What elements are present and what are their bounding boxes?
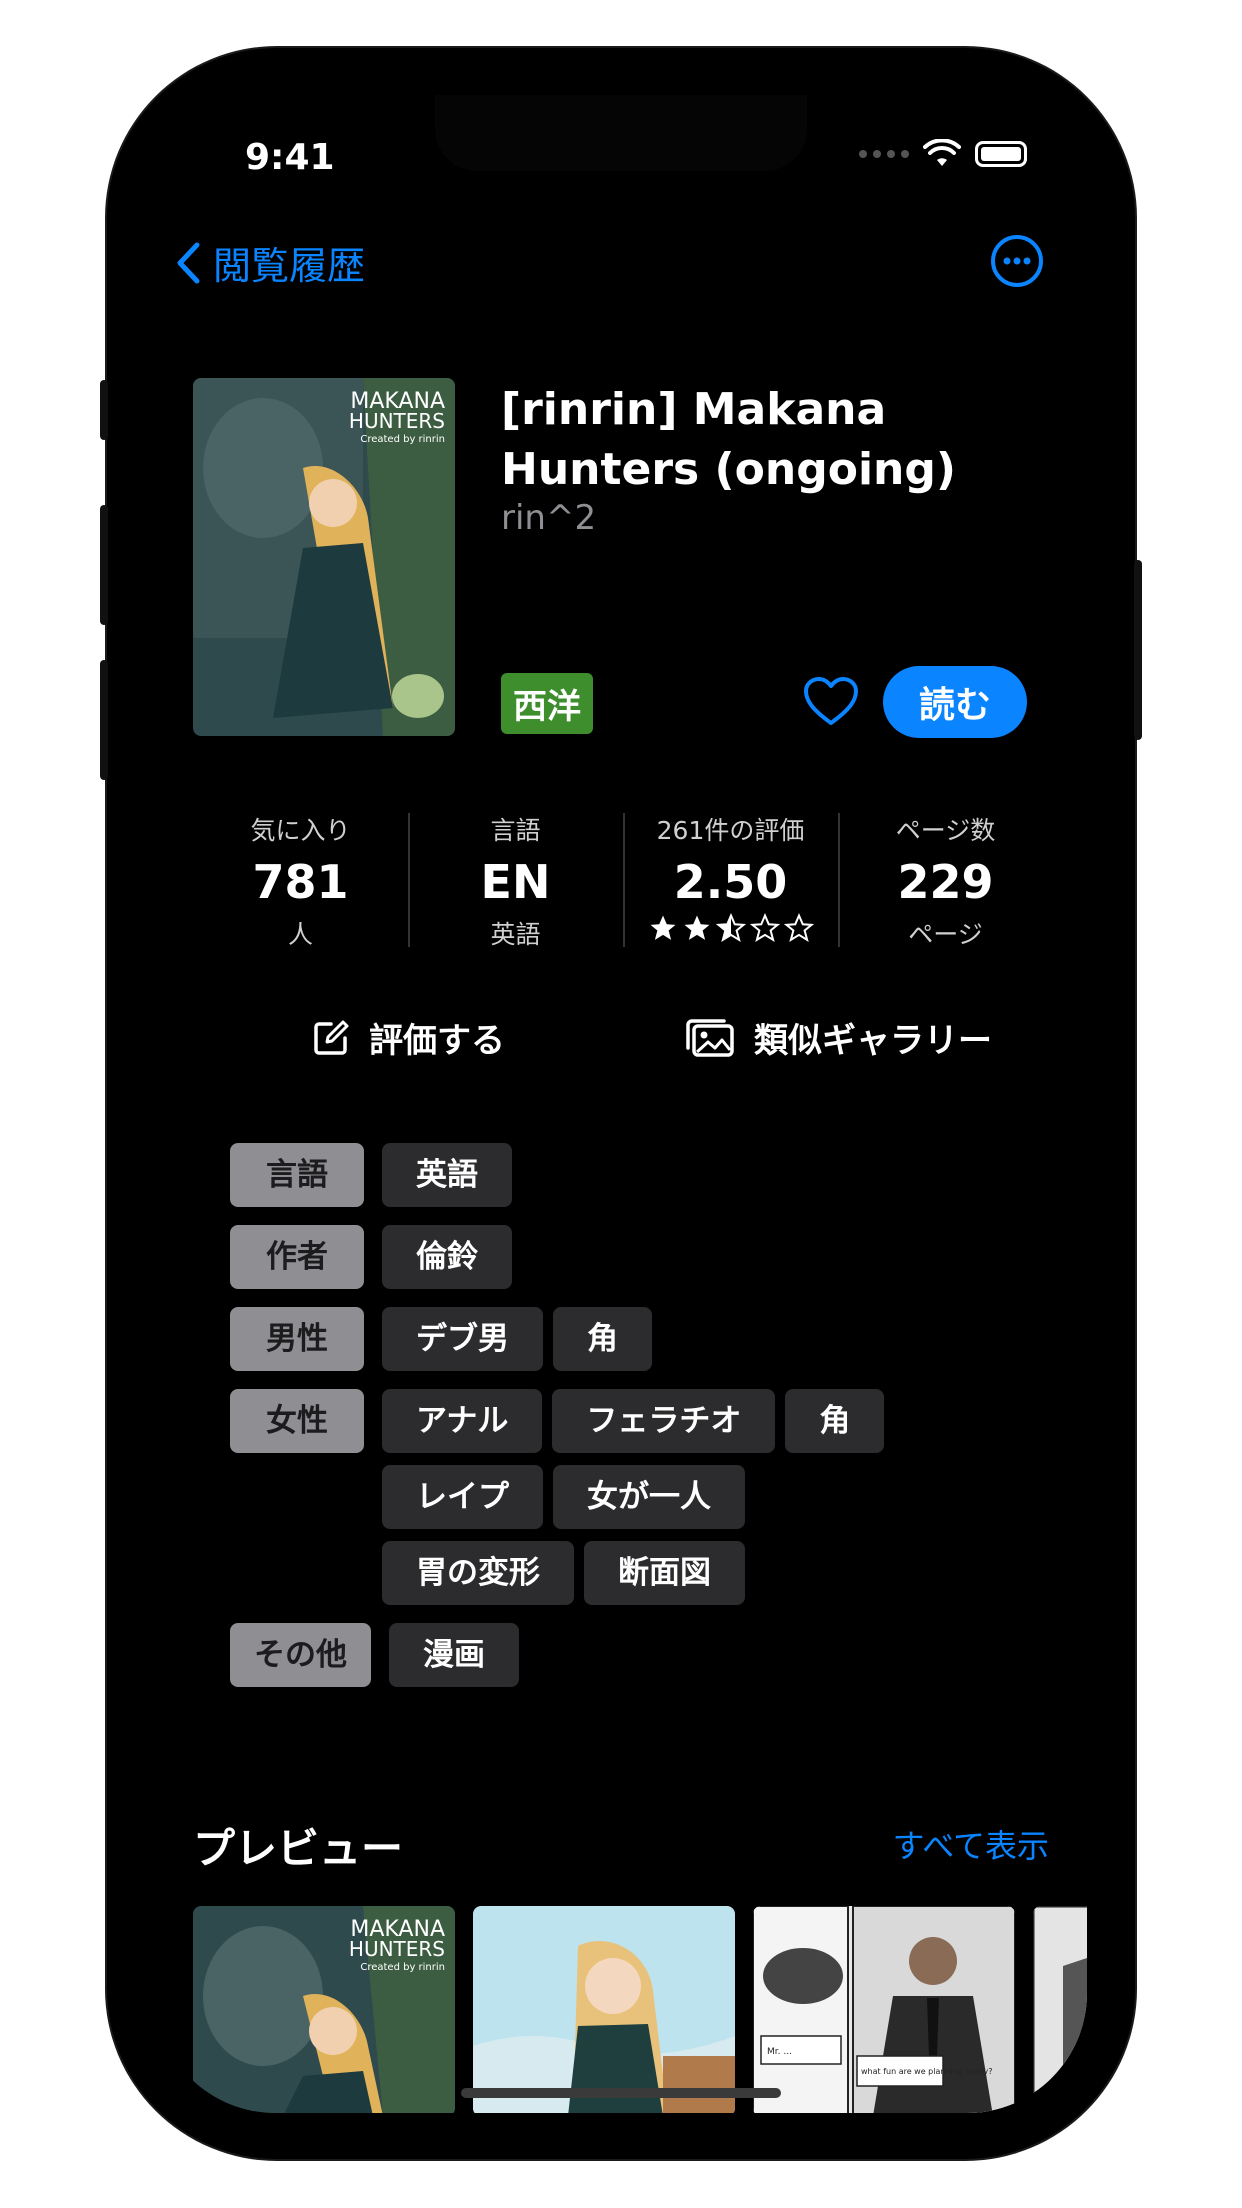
star-filled-icon bbox=[684, 915, 709, 940]
tag-chip[interactable]: 角 bbox=[553, 1307, 652, 1371]
cover-title-line2: HUNTERS bbox=[349, 409, 445, 433]
panel-speech-2: what fun are we planning today? bbox=[861, 2067, 992, 2076]
tag-chip[interactable]: 断面図 bbox=[584, 1541, 745, 1605]
tag-group-male: 男性 デブ男 角 bbox=[230, 1307, 1030, 1371]
tag-chip[interactable]: 漫画 bbox=[389, 1623, 519, 1687]
stat-sub: 人 bbox=[287, 920, 313, 949]
notch bbox=[435, 95, 807, 171]
rate-button[interactable]: 評価する bbox=[193, 1013, 623, 1062]
volume-up-button bbox=[100, 505, 108, 625]
app-screen: 9:41 閲覧履歴 MAKANA HUNTERS Created by rinr… bbox=[155, 95, 1087, 2113]
tag-chip[interactable]: デブ男 bbox=[382, 1307, 543, 1371]
stats-bar: 気に入り 781 人 言語 EN 英語 261件の評価 2.50 ページ数 22… bbox=[193, 807, 1053, 953]
see-all-link[interactable]: すべて表示 bbox=[893, 1821, 1049, 1867]
tag-group-other: その他 漫画 bbox=[230, 1623, 1030, 1687]
stat-label: 言語 bbox=[490, 816, 541, 845]
tag-namespace: その他 bbox=[230, 1623, 371, 1687]
stat-label: 気に入り bbox=[250, 816, 351, 845]
tag-chip[interactable]: レイプ bbox=[382, 1465, 543, 1529]
tag-chip[interactable]: 角 bbox=[785, 1389, 885, 1453]
stat-pages[interactable]: ページ数 229 ページ bbox=[838, 807, 1053, 953]
tag-section: 言語 英語 作者 倫鈴 男性 デブ男 角 女性 アナル フェラチオ 角 レイプ bbox=[230, 1143, 1030, 1705]
mute-switch bbox=[100, 380, 108, 440]
star-empty-icon bbox=[749, 913, 780, 943]
volume-down-button bbox=[100, 660, 108, 780]
cover-image[interactable]: MAKANA HUNTERS Created by rinrin bbox=[193, 378, 455, 736]
tag-chip[interactable]: 女が一人 bbox=[553, 1465, 745, 1529]
category-badge: 西洋 bbox=[501, 673, 593, 734]
preview-thumbnail[interactable] bbox=[1033, 1906, 1087, 2113]
back-label: 閲覧履歴 bbox=[213, 244, 366, 288]
rating-stars bbox=[623, 913, 838, 943]
tag-namespace: 男性 bbox=[230, 1307, 364, 1371]
gallery-title: [rinrin] Makana Hunters (ongoing) bbox=[501, 384, 956, 495]
thumb-title-line2: HUNTERS bbox=[349, 1937, 445, 1961]
tag-chip[interactable]: 英語 bbox=[382, 1143, 512, 1207]
preview-strip[interactable]: MAKANA HUNTERS Created by rinrin Mr. ...… bbox=[193, 1906, 1087, 2113]
similar-galleries-button[interactable]: 類似ギャラリー bbox=[623, 1013, 1053, 1062]
preview-thumbnail[interactable]: Mr. ... what fun are we planning today? bbox=[753, 1906, 1015, 2113]
preview-heading: プレビュー bbox=[193, 1824, 404, 1873]
preview-thumbnail[interactable]: MAKANA HUNTERS Created by rinrin bbox=[193, 1906, 455, 2113]
power-button bbox=[1134, 560, 1142, 740]
status-time: 9:41 bbox=[245, 137, 335, 178]
tag-namespace: 作者 bbox=[230, 1225, 364, 1289]
tag-group-artist: 作者 倫鈴 bbox=[230, 1225, 1030, 1289]
preview-thumbnail[interactable] bbox=[473, 1906, 735, 2113]
tag-chip[interactable]: 倫鈴 bbox=[382, 1225, 512, 1289]
stat-value: 229 bbox=[897, 855, 994, 909]
chevron-left-icon bbox=[177, 242, 200, 283]
stat-label: 261件の評価 bbox=[656, 816, 805, 845]
home-indicator[interactable] bbox=[461, 2088, 781, 2098]
tag-group-language: 言語 英語 bbox=[230, 1143, 1030, 1207]
star-empty-icon bbox=[783, 913, 814, 943]
favorite-heart-icon[interactable] bbox=[803, 676, 859, 728]
star-filled-icon bbox=[650, 915, 675, 940]
similar-label: 類似ギャラリー bbox=[754, 1021, 992, 1061]
tag-namespace: 言語 bbox=[230, 1143, 364, 1207]
stat-label: ページ数 bbox=[895, 816, 996, 845]
action-row: 評価する 類似ギャラリー bbox=[193, 1013, 1053, 1062]
stat-sub: 英語 bbox=[490, 920, 541, 949]
battery-icon bbox=[975, 141, 1027, 167]
stat-rating[interactable]: 261件の評価 2.50 bbox=[623, 807, 838, 953]
more-options-icon[interactable] bbox=[989, 233, 1045, 289]
stat-value: EN bbox=[480, 855, 551, 909]
square-pencil-icon bbox=[314, 1020, 349, 1055]
back-button[interactable]: 閲覧履歴 bbox=[175, 235, 365, 290]
stat-language[interactable]: 言語 EN 英語 bbox=[408, 807, 623, 953]
gallery-artist[interactable]: rin^2 bbox=[501, 498, 596, 538]
tag-chip[interactable]: フェラチオ bbox=[552, 1389, 776, 1453]
cover-credit: Created by rinrin bbox=[360, 434, 445, 445]
tag-chip[interactable]: 胃の変形 bbox=[382, 1541, 574, 1605]
stat-value: 2.50 bbox=[673, 855, 788, 909]
stat-sub: ページ bbox=[908, 920, 983, 949]
tag-namespace: 女性 bbox=[230, 1389, 364, 1453]
read-button[interactable]: 読む bbox=[883, 666, 1027, 738]
status-indicators bbox=[859, 139, 1027, 169]
rate-label: 評価する bbox=[369, 1021, 505, 1061]
stat-favorites[interactable]: 気に入り 781 人 bbox=[193, 807, 408, 953]
tag-chip[interactable]: アナル bbox=[382, 1389, 543, 1453]
tag-group-female: 女性 アナル フェラチオ 角 レイプ 女が一人 胃の変形 断面図 bbox=[230, 1389, 1030, 1605]
cellular-icon bbox=[859, 150, 909, 158]
stat-value: 781 bbox=[252, 855, 349, 909]
panel-speech-1: Mr. ... bbox=[767, 2047, 792, 2057]
photo-stack-icon bbox=[686, 1018, 734, 1057]
wifi-icon bbox=[923, 139, 961, 166]
thumb-credit: Created by rinrin bbox=[360, 1962, 445, 1973]
star-half-icon bbox=[715, 913, 746, 943]
